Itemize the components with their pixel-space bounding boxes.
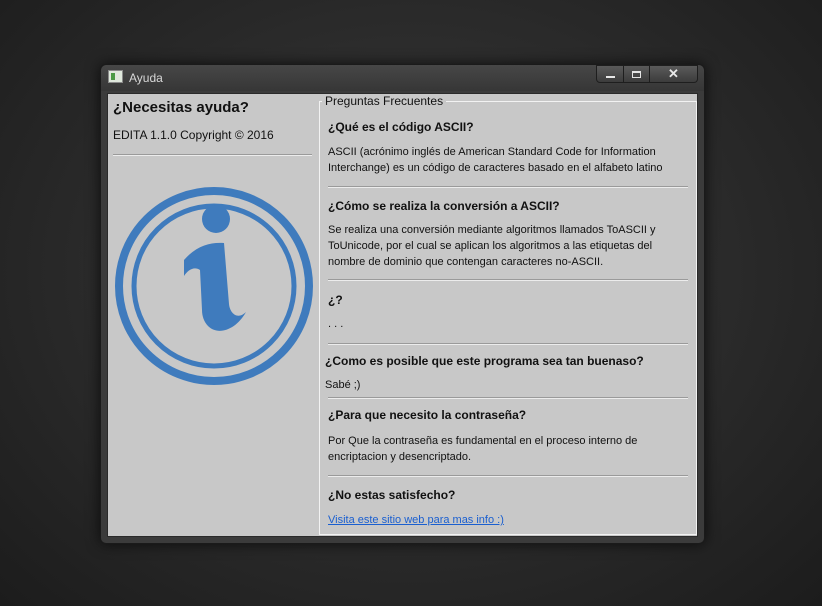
faq-answer: . . . (328, 318, 344, 330)
window-title: Ayuda (129, 71, 163, 85)
maximize-button[interactable] (624, 65, 650, 83)
faq-question: ¿Cómo se realiza la conversión a ASCII? (328, 199, 560, 213)
faq-divider (328, 186, 688, 188)
app-icon (108, 70, 123, 83)
info-icon (115, 187, 313, 385)
faq-answer: ASCII (acrónimo inglés de American Stand… (328, 146, 663, 174)
minimize-button[interactable] (596, 65, 624, 83)
faq-question: ¿Como es posible que este programa sea t… (325, 354, 644, 368)
help-heading: ¿Necesitas ayuda? (113, 99, 249, 116)
faq-divider (328, 343, 688, 345)
more-info-link[interactable]: Visita este sitio web para mas info :) (328, 514, 504, 526)
close-icon: ✕ (668, 66, 679, 81)
maximize-icon (632, 70, 641, 78)
version-copyright: EDITA 1.1.0 Copyright © 2016 (113, 128, 274, 142)
faq-question: ¿Para que necesito la contraseña? (328, 408, 527, 422)
faq-question: ¿? (328, 293, 343, 307)
faq-question: ¿No estas satisfecho? (328, 488, 456, 502)
title-bar[interactable]: Ayuda ✕ (101, 65, 704, 91)
left-divider (113, 154, 312, 156)
faq-legend: Preguntas Frecuentes (322, 94, 447, 108)
faq-divider (328, 397, 688, 399)
faq-divider (328, 279, 688, 281)
faq-divider (328, 475, 688, 477)
minimize-icon (605, 76, 615, 78)
faq-question: ¿Qué es el código ASCII? (328, 120, 474, 134)
help-window: Ayuda ✕ ¿Necesitas ayuda? EDITA 1.1.0 Co… (100, 64, 705, 544)
faq-answer: Por Que la contraseña es fundamental en … (328, 435, 638, 463)
window-controls: ✕ (596, 65, 698, 83)
faq-answer: Sabé ;) (325, 379, 361, 391)
close-button[interactable]: ✕ (650, 65, 698, 83)
faq-answer: Se realiza una conversión mediante algor… (328, 224, 656, 268)
dialog-body: ¿Necesitas ayuda? EDITA 1.1.0 Copyright … (107, 93, 698, 537)
